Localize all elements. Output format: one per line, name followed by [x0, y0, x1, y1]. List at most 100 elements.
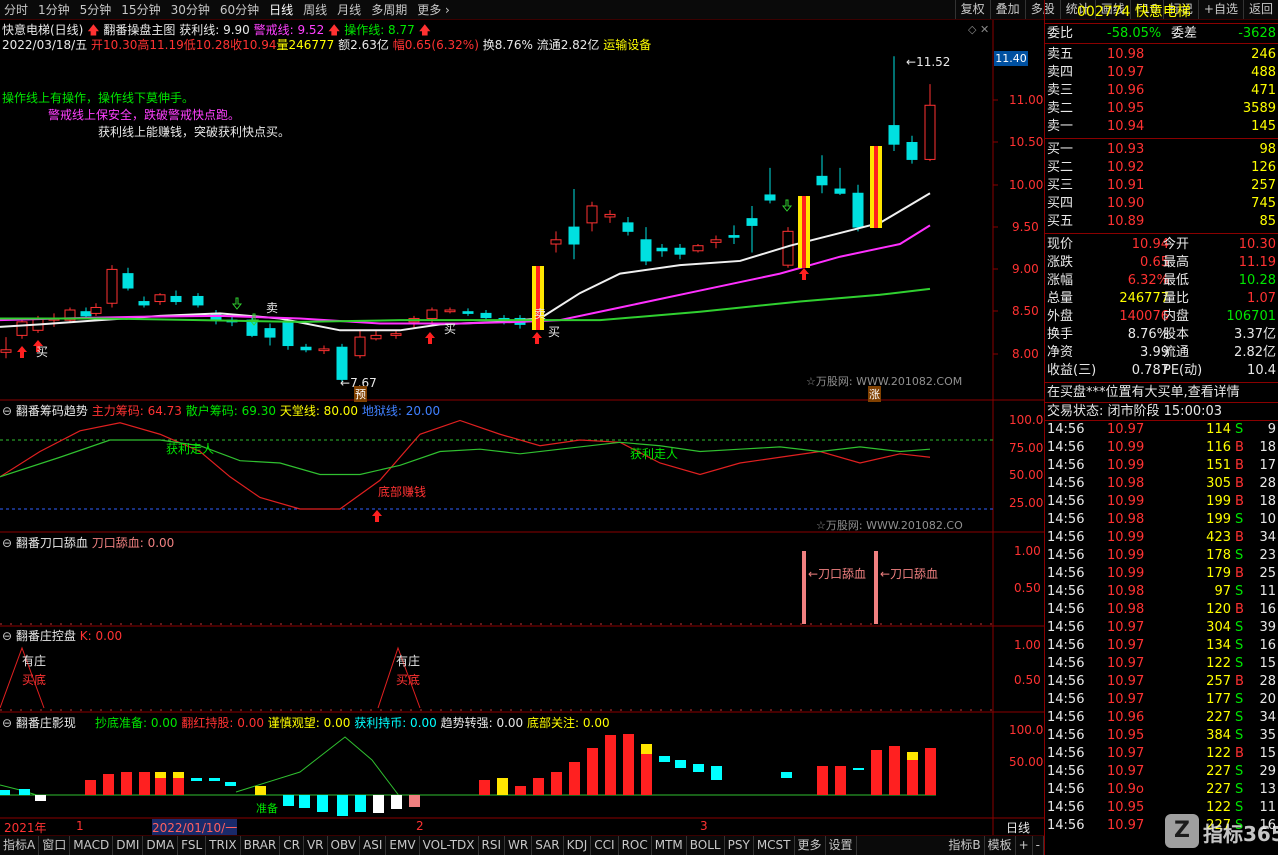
panel-controls[interactable]: ◇ ✕ [968, 23, 989, 36]
quote-low: 低10.28 [183, 38, 231, 52]
period-1min[interactable]: 1分钟 [38, 0, 70, 20]
tab-settings[interactable]: 设置 [826, 836, 857, 855]
tick-row[interactable]: 14:56 10.97 122 B 15 [1045, 745, 1278, 763]
tab-mcst[interactable]: MCST [754, 836, 795, 855]
stat-row[interactable]: 涨跌 0.65 最高 11.19 [1045, 254, 1278, 272]
zoom-out-button[interactable]: - [1033, 836, 1044, 855]
collapse-icon[interactable]: ⊖ [2, 536, 12, 550]
tick-row[interactable]: 14:56 10.99 199 B 18 [1045, 493, 1278, 511]
tick-row[interactable]: 14:56 10.98 199 S 10 [1045, 511, 1278, 529]
tab-obv[interactable]: OBV [328, 836, 361, 855]
tick-row[interactable]: 14:56 10.99 151 B 17 [1045, 457, 1278, 475]
tick-row[interactable]: 14:56 10.9o 227 S 13 [1045, 781, 1278, 799]
tick-count: 17 [1259, 458, 1276, 473]
period-daily[interactable]: 日线 [269, 0, 293, 20]
tab-wr[interactable]: WR [505, 836, 533, 855]
period-more[interactable]: 更多 › [417, 0, 450, 20]
zoom-in-button[interactable]: + [1016, 836, 1033, 855]
period-5min[interactable]: 5分钟 [80, 0, 112, 20]
tick-row[interactable]: 14:56 10.97 114 S 9 [1045, 421, 1278, 439]
collapse-icon[interactable]: ⊖ [2, 716, 12, 730]
tab-sar[interactable]: SAR [532, 836, 564, 855]
tick-row[interactable]: 14:56 10.99 423 B 34 [1045, 529, 1278, 547]
tab-more[interactable]: 更多 [795, 836, 826, 855]
tick-side: S [1235, 692, 1244, 707]
stat-row[interactable]: 换手 8.76% 股本 3.37亿 [1045, 326, 1278, 344]
tick-row[interactable]: 14:56 10.97 134 S 16 [1045, 637, 1278, 655]
tick-row[interactable]: 14:56 10.97 227 S 29 [1045, 763, 1278, 781]
stat-row[interactable]: 总量 246777 量比 1.07 [1045, 290, 1278, 308]
tab-asi[interactable]: ASI [360, 836, 387, 855]
collapse-icon[interactable]: ⊖ [2, 404, 12, 418]
period-monthly[interactable]: 月线 [337, 0, 361, 20]
alert-text[interactable]: 在买盘***位置有大买单,查看详情 [1045, 382, 1278, 402]
tab-zhibiao-b[interactable]: 指标B [945, 836, 985, 855]
tab-dma[interactable]: DMA [143, 836, 179, 855]
tick-list[interactable]: 14:56 10.97 114 S 9 14:56 10.99 116 B 18 14:56 10.9… [1045, 420, 1278, 835]
tab-kdj[interactable]: KDJ [564, 836, 592, 855]
tab-boll[interactable]: BOLL [687, 836, 725, 855]
tick-row[interactable]: 14:56 10.97 257 B 28 [1045, 673, 1278, 691]
tick-row[interactable]: 14:56 10.97 122 S 15 [1045, 655, 1278, 673]
sanhu-line [0, 439, 931, 478]
period-15min[interactable]: 15分钟 [121, 0, 160, 20]
tab-trix[interactable]: TRIX [206, 836, 241, 855]
stat-row[interactable]: 现价 10.94 今开 10.30 [1045, 236, 1278, 254]
period-fenshi[interactable]: 分时 [4, 0, 28, 20]
stat-row[interactable]: 外盘 140076 内盘 106701 [1045, 308, 1278, 326]
tick-row[interactable]: 14:56 10.97 304 S 39 [1045, 619, 1278, 637]
stat-value: 1.07 [1247, 291, 1276, 306]
tick-row[interactable]: 14:56 10.99 179 B 25 [1045, 565, 1278, 583]
chart-canvas[interactable] [0, 20, 1044, 835]
tab-vr[interactable]: VR [304, 836, 328, 855]
tick-row[interactable]: 14:56 10.96 227 S 34 [1045, 709, 1278, 727]
bid-row[interactable]: 买四 10.90 745 [1045, 195, 1278, 213]
tick-row[interactable]: 14:56 10.98 97 S 11 [1045, 583, 1278, 601]
collapse-icon[interactable]: ⊖ [2, 629, 12, 643]
ask-row[interactable]: 卖一 10.94 145 [1045, 118, 1278, 136]
tab-template[interactable]: 模板 [985, 836, 1016, 855]
period-multi[interactable]: 多周期 [371, 0, 407, 20]
bid-row[interactable]: 买一 10.93 98 [1045, 141, 1278, 159]
period-60min[interactable]: 60分钟 [220, 0, 259, 20]
ask-row[interactable]: 卖四 10.97 488 [1045, 64, 1278, 82]
tab-window[interactable]: 窗口 [39, 836, 71, 855]
stat-row[interactable]: 涨幅 6.32% 最低 10.28 [1045, 272, 1278, 290]
tab-rsi[interactable]: RSI [479, 836, 506, 855]
overlay-button[interactable]: 叠加 [989, 0, 1025, 19]
tab-vol-tdx[interactable]: VOL-TDX [420, 836, 479, 855]
tick-row[interactable]: 14:56 10.98 120 B 16 [1045, 601, 1278, 619]
stat-row[interactable]: 净资 3.99 流通 2.82亿 [1045, 344, 1278, 362]
tick-volume: 122 [1206, 656, 1231, 671]
tab-zhibiao-a[interactable]: 指标A [0, 836, 40, 855]
tick-time: 14:56 [1047, 818, 1085, 833]
bid-row[interactable]: 买二 10.92 126 [1045, 159, 1278, 177]
bid-row[interactable]: 买五 10.89 85 [1045, 213, 1278, 231]
tab-cr[interactable]: CR [280, 836, 304, 855]
tab-macd[interactable]: MACD [70, 836, 114, 855]
tick-row[interactable]: 14:56 10.99 116 B 18 [1045, 439, 1278, 457]
ask-row[interactable]: 卖三 10.96 471 [1045, 82, 1278, 100]
tab-fsl[interactable]: FSL [178, 836, 207, 855]
tab-cci[interactable]: CCI [591, 836, 619, 855]
tab-psy[interactable]: PSY [725, 836, 754, 855]
ask-row[interactable]: 卖二 10.95 3589 [1045, 100, 1278, 118]
tick-count: 28 [1259, 674, 1276, 689]
tick-row[interactable]: 14:56 10.97 177 S 20 [1045, 691, 1278, 709]
tick-row[interactable]: 14:56 10.98 305 B 28 [1045, 475, 1278, 493]
tab-dmi[interactable]: DMI [113, 836, 144, 855]
period-weekly[interactable]: 周线 [303, 0, 327, 20]
bid-row[interactable]: 买三 10.91 257 [1045, 177, 1278, 195]
tick-row[interactable]: 14:56 10.99 178 S 23 [1045, 547, 1278, 565]
tab-emv[interactable]: EMV [386, 836, 420, 855]
tick-row[interactable]: 14:56 10.95 384 S 35 [1045, 727, 1278, 745]
tab-roc[interactable]: ROC [619, 836, 652, 855]
tab-brar[interactable]: BRAR [241, 836, 281, 855]
up-arrow-icon: 🡅 [418, 23, 431, 37]
period-30min[interactable]: 30分钟 [171, 0, 210, 20]
stat-row[interactable]: 收益(三) 0.787 PE(动) 10.4 [1045, 362, 1278, 380]
tab-mtm[interactable]: MTM [652, 836, 687, 855]
fuquan-button[interactable]: 复权 [954, 0, 990, 19]
ask-row[interactable]: 卖五 10.98 246 [1045, 46, 1278, 64]
price-tick: 8.50 [1012, 304, 1039, 318]
